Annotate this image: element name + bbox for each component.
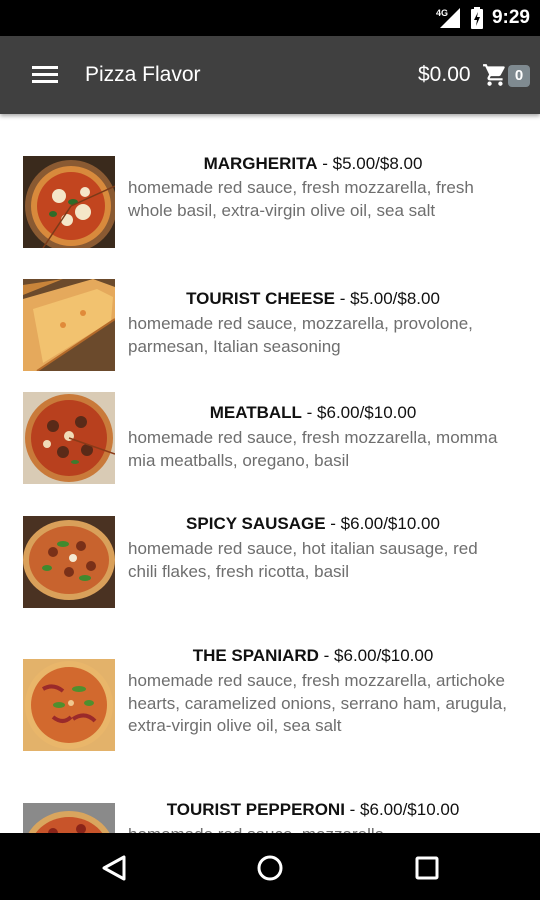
hamburger-icon-line <box>32 73 58 76</box>
item-separator: - <box>317 154 333 173</box>
item-title: TOURIST CHEESE - $5.00/$8.00 <box>128 289 498 309</box>
item-name: SPICY SAUSAGE <box>186 514 326 533</box>
item-description: homemade red sauce, fresh mozzarella, mo… <box>128 428 498 470</box>
item-title: MARGHERITA - $5.00/$8.00 <box>128 154 498 174</box>
item-separator: - <box>344 800 361 819</box>
item-name: MEATBALL <box>209 403 302 422</box>
pizza-thumbnail <box>23 803 115 833</box>
status-icons: 4G 9:29 <box>434 0 530 36</box>
home-circle-icon <box>257 855 283 881</box>
app-bar: Pizza Flavor $0.00 0 <box>0 36 540 114</box>
pizza-thumbnail <box>23 156 115 248</box>
item-price: $5.00/$8.00 <box>350 289 440 308</box>
item-title: MEATBALL - $6.00/$10.00 <box>128 403 498 423</box>
cart-count-badge: 0 <box>508 65 530 87</box>
recents-square-icon <box>415 856 439 880</box>
item-title: SPICY SAUSAGE - $6.00/$10.00 <box>128 514 498 534</box>
item-description: homemade red sauce, fresh mozzarella, fr… <box>128 178 474 220</box>
item-name: THE SPANIARD <box>192 646 319 665</box>
recents-button[interactable] <box>404 845 450 891</box>
hamburger-icon-line <box>32 66 58 69</box>
item-separator: - <box>335 289 351 308</box>
back-triangle-icon <box>102 855 126 881</box>
app-title: Pizza Flavor <box>85 63 201 86</box>
cart-icon <box>483 64 505 86</box>
back-button[interactable] <box>91 845 137 891</box>
item-price: $6.00/$10.00 <box>317 403 417 422</box>
pizza-menu-list[interactable]: MARGHERITA - $5.00/$8.00 homemade red sa… <box>0 114 540 833</box>
hamburger-icon-line <box>32 80 58 83</box>
item-description: homemade red sauce, hot italian sausage,… <box>128 539 478 581</box>
item-price: $6.00/$10.00 <box>360 800 460 819</box>
item-separator: - <box>325 514 341 533</box>
item-price: $5.00/$8.00 <box>332 154 423 173</box>
item-title: TOURIST PEPPERONI - $6.00/$10.00 <box>128 800 498 820</box>
item-description: homemade red sauce, mozzarella <box>128 824 508 833</box>
battery-icon <box>470 6 484 30</box>
item-separator: - <box>318 646 335 665</box>
system-nav-bar <box>0 833 540 900</box>
item-name: TOURIST CHEESE <box>186 289 335 308</box>
pizza-thumbnail <box>23 392 115 484</box>
pizza-thumbnail <box>23 279 115 371</box>
screen: 4G 9:29 Pizza Flavor $0.00 0 MARGHERITA … <box>0 0 540 900</box>
item-price: $6.00/$10.00 <box>340 514 440 533</box>
item-description: homemade red sauce, mozzarella, provolon… <box>128 314 473 356</box>
item-separator: - <box>301 403 318 422</box>
item-name: TOURIST PEPPERONI <box>166 800 345 819</box>
cart-button[interactable]: 0 <box>482 60 534 92</box>
status-time: 9:29 <box>491 7 530 28</box>
cart-total[interactable]: $0.00 <box>418 36 471 114</box>
hamburger-menu-button[interactable] <box>22 59 68 91</box>
item-price: $6.00/$10.00 <box>334 646 434 665</box>
pizza-thumbnail <box>23 659 115 751</box>
home-button[interactable] <box>247 845 293 891</box>
status-bar: 4G 9:29 <box>0 0 540 36</box>
signal-icon: 4G <box>434 6 462 30</box>
item-description: homemade red sauce, fresh mozzarella, ar… <box>128 671 507 735</box>
pizza-thumbnail <box>23 516 115 608</box>
item-title: THE SPANIARD - $6.00/$10.00 <box>128 646 498 666</box>
item-name: MARGHERITA <box>203 154 318 173</box>
